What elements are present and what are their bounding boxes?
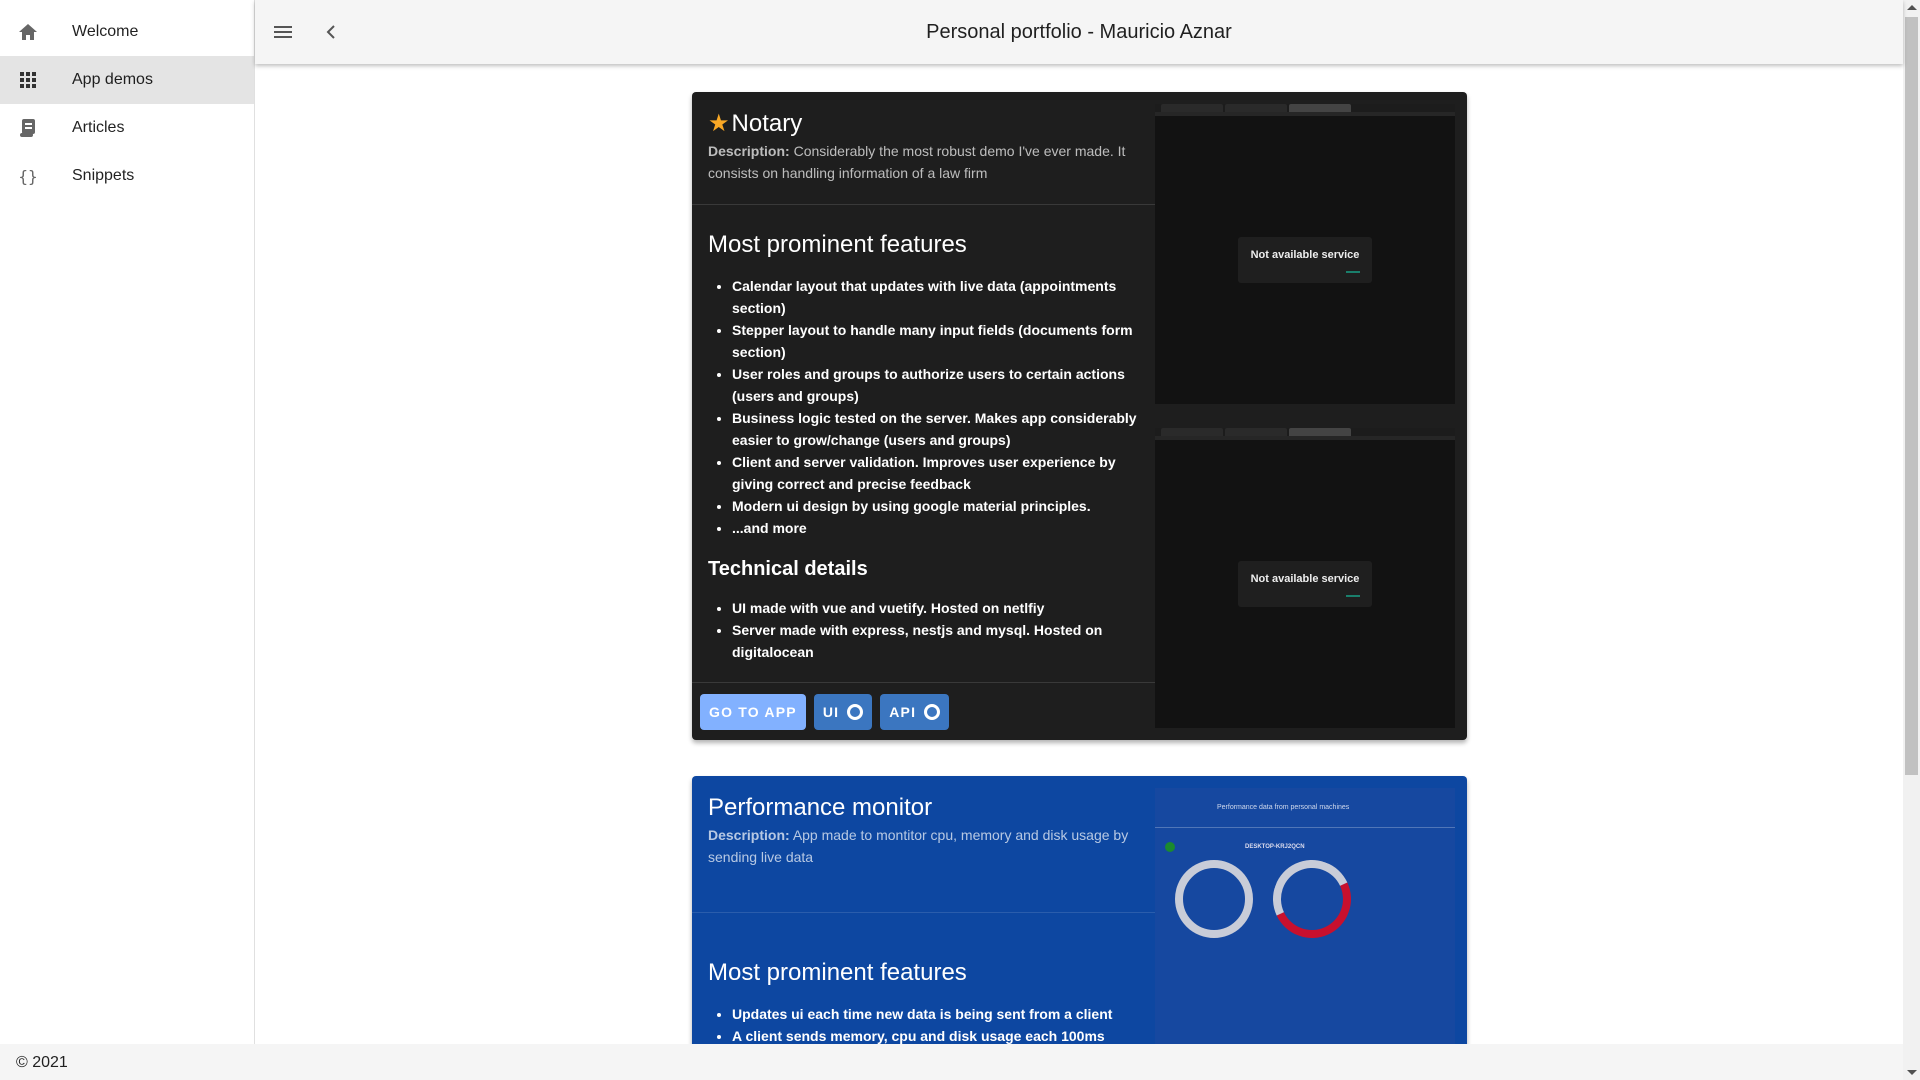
list-item: Business logic tested on the server. Mak… — [732, 407, 1139, 451]
list-item: Stepper layout to handle many input fiel… — [732, 319, 1139, 363]
list-item: UI made with vue and vuetify. Hosted on … — [732, 597, 1139, 619]
star-icon: ★ — [708, 110, 730, 137]
features-heading: Most prominent features — [708, 959, 967, 986]
list-item: User roles and groups to authorize users… — [732, 363, 1139, 407]
api-github-button[interactable]: API — [880, 693, 950, 730]
card-title: Performance monitor — [708, 794, 933, 821]
sidebar-item-label: Welcome — [72, 23, 139, 40]
sidebar-item-app-demos[interactable]: App demos — [0, 56, 254, 104]
screenshot-image: Not available service — [1155, 104, 1455, 404]
sidebar-item-label: Snippets — [72, 167, 135, 184]
copyright: © 2021 — [16, 1054, 68, 1071]
list-item: Calendar layout that updates with live d… — [732, 275, 1139, 319]
sidebar-item-welcome[interactable]: Welcome — [0, 8, 254, 56]
screenshot-image: Performance data from personal machines … — [1155, 788, 1455, 1044]
ui-github-button[interactable]: UI — [813, 693, 873, 730]
menu-icon[interactable] — [263, 12, 303, 52]
github-icon — [924, 703, 941, 720]
list-item: Client and server validation. Improves u… — [732, 451, 1139, 495]
main-content: ★ Notary Description: Considerably the mo… — [255, 64, 1903, 1044]
code-braces-icon: {} — [18, 166, 38, 186]
card-title: Notary — [731, 110, 803, 137]
technical-list: UI made with vue and vuetify. Hosted on … — [708, 597, 1139, 663]
chevron-left-icon[interactable] — [311, 12, 351, 52]
home-icon — [16, 20, 40, 44]
footer: © 2021 — [0, 1044, 1903, 1080]
sidebar: Welcome App demos Articles {} Snippets — [0, 0, 255, 1044]
page-title: Personal portfolio - Mauricio Aznar — [926, 20, 1232, 43]
list-item: Updates ui each time new data is being s… — [732, 1003, 1139, 1025]
sidebar-item-snippets[interactable]: {} Snippets — [0, 152, 254, 200]
card-description: Description: Considerably the most robus… — [708, 143, 1126, 181]
project-card-notary: ★ Notary Description: Considerably the mo… — [692, 92, 1467, 740]
technical-heading: Technical details — [708, 558, 868, 580]
sidebar-item-articles[interactable]: Articles — [0, 104, 254, 152]
list-item: ...and more — [732, 517, 1139, 539]
app-bar: Personal portfolio - Mauricio Aznar — [255, 0, 1903, 64]
list-item: A client sends memory, cpu and disk usag… — [732, 1025, 1139, 1044]
features-heading: Most prominent features — [708, 231, 967, 258]
article-icon — [16, 116, 40, 140]
go-to-app-button[interactable]: GO TO APP — [700, 693, 806, 730]
apps-grid-icon — [16, 68, 40, 92]
scroll-up-icon[interactable] — [1907, 5, 1917, 10]
project-card-performance-monitor: Performance monitor Description: App mad… — [692, 776, 1467, 1044]
scrollbar-thumb[interactable] — [1905, 17, 1918, 775]
github-icon — [847, 703, 864, 720]
sidebar-item-label: App demos — [72, 71, 153, 88]
screenshot-image: Not available service — [1155, 428, 1455, 728]
list-item: Server made with express, nestjs and mys… — [732, 619, 1139, 663]
features-list: Updates ui each time new data is being s… — [708, 1003, 1139, 1044]
sidebar-item-label: Articles — [72, 119, 125, 136]
features-list: Calendar layout that updates with live d… — [708, 275, 1139, 539]
scroll-down-icon[interactable] — [1907, 1070, 1917, 1075]
list-item: Modern ui design by using google materia… — [732, 495, 1139, 517]
card-description: Description: App made to montitor cpu, m… — [708, 827, 1129, 865]
scrollbar[interactable] — [1903, 0, 1920, 1080]
